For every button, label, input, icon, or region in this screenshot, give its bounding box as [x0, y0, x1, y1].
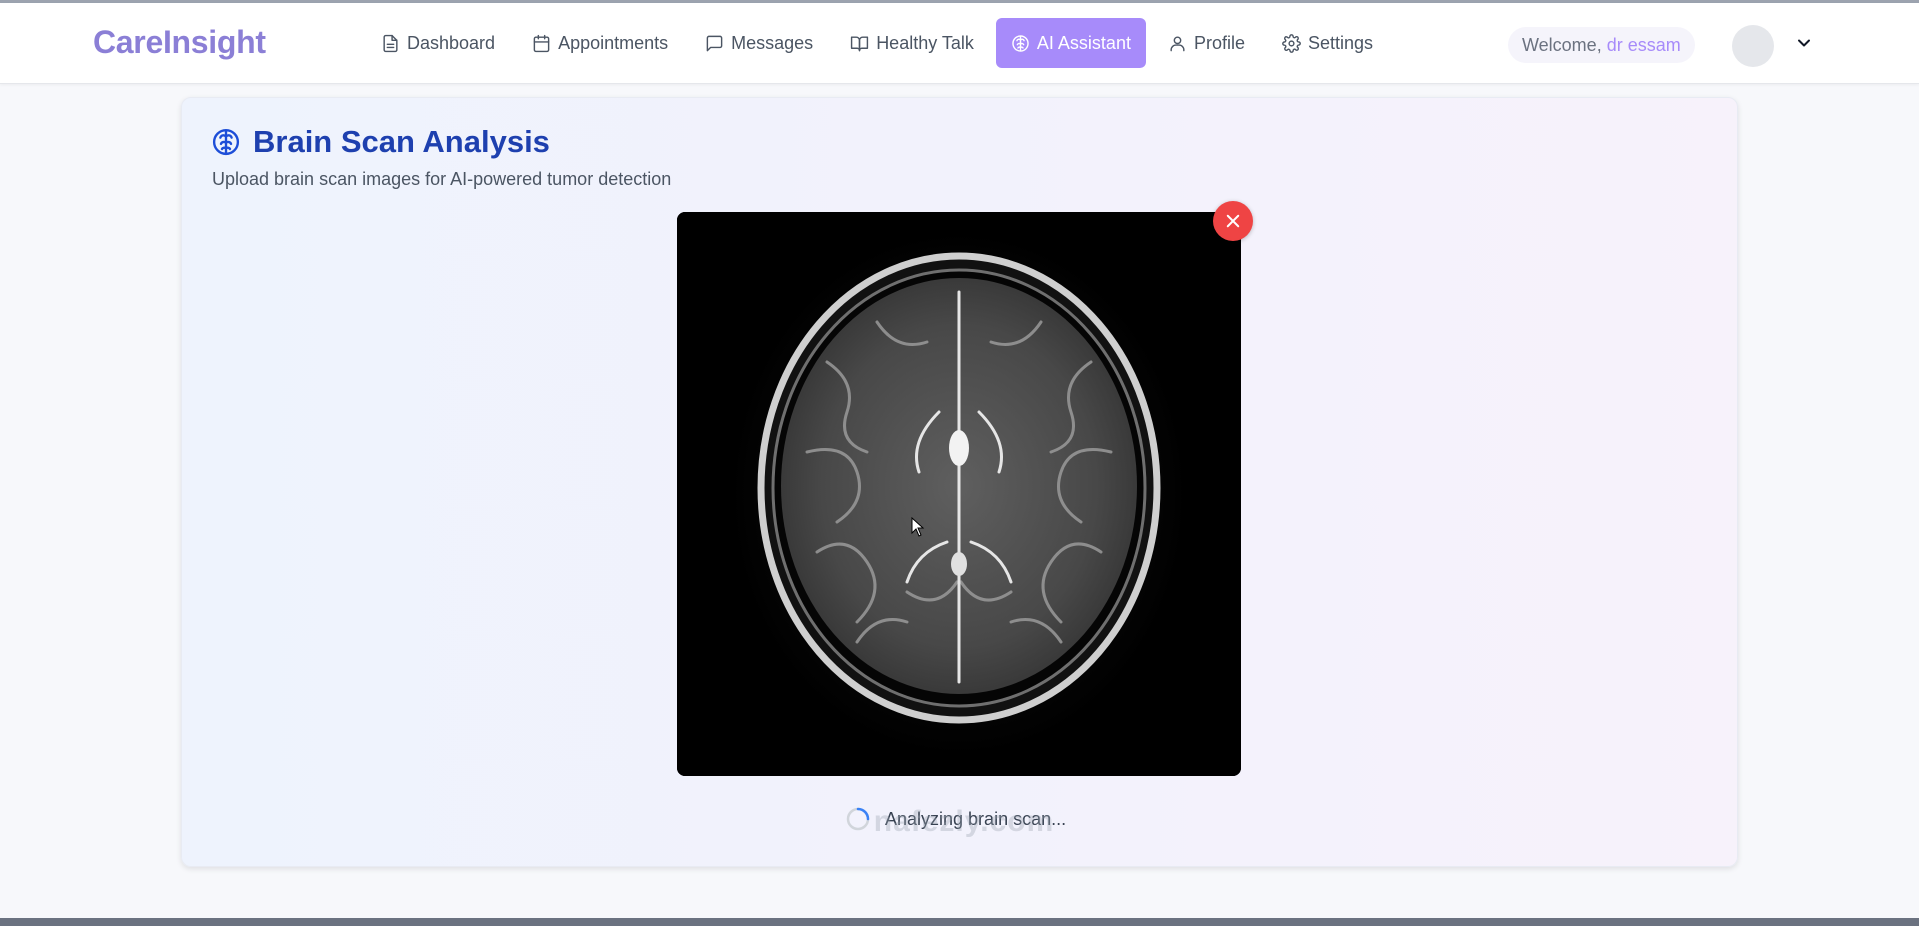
- nav-profile[interactable]: Profile: [1153, 18, 1260, 68]
- user-icon: [1170, 35, 1185, 51]
- nav-appointments[interactable]: Appointments: [517, 18, 683, 68]
- chevron-down-icon: [1798, 39, 1810, 47]
- avatar[interactable]: [1732, 25, 1774, 67]
- message-square-icon: [706, 35, 723, 51]
- card-subtitle: Upload brain scan images for AI-powered …: [212, 169, 672, 189]
- mri-scan-graphic: [677, 212, 1241, 776]
- nav-messages[interactable]: Messages: [690, 18, 828, 68]
- card-header: Brain Scan Analysis: [211, 124, 550, 160]
- user-name: dr essam: [1606, 34, 1681, 55]
- card-title: Brain Scan Analysis: [253, 124, 550, 159]
- user-menu-toggle[interactable]: [1794, 33, 1814, 53]
- welcome-prefix: Welcome,: [1522, 34, 1602, 55]
- nav-dashboard-label: Dashboard: [407, 32, 496, 53]
- nav-healthy-talk-label: Healthy Talk: [876, 32, 974, 53]
- mouse-cursor-icon: [911, 517, 925, 537]
- welcome-badge: Welcome, dr essam: [1508, 27, 1695, 63]
- file-text-icon: [383, 34, 398, 52]
- brand-logo[interactable]: CareInsight: [93, 24, 266, 61]
- nav-appointments-label: Appointments: [558, 32, 669, 53]
- book-open-icon: [851, 35, 869, 51]
- brain-scan-card: Brain Scan Analysis Upload brain scan im…: [181, 97, 1738, 867]
- nav-profile-label: Profile: [1193, 32, 1245, 53]
- nav-ai-assistant-label: AI Assistant: [1036, 32, 1131, 53]
- brain-icon: [212, 128, 240, 156]
- nav-settings-label: Settings: [1307, 32, 1374, 53]
- top-navbar: CareInsight Dashboard Appointments Messa…: [0, 3, 1919, 84]
- gear-icon: [1282, 33, 1301, 53]
- nav-messages-label: Messages: [731, 32, 814, 53]
- nav-ai-assistant[interactable]: AI Assistant: [995, 18, 1146, 68]
- brain-icon: [1012, 34, 1029, 52]
- window-bottom-border: [0, 918, 1919, 926]
- nav-healthy-talk[interactable]: Healthy Talk: [835, 18, 989, 68]
- calendar-icon: [533, 34, 550, 52]
- main-nav: Dashboard Appointments Messages Healthy …: [366, 17, 1395, 69]
- watermark: nafezly.com: [873, 805, 1055, 838]
- remove-image-button[interactable]: [1213, 201, 1253, 241]
- nav-dashboard[interactable]: Dashboard: [366, 18, 510, 68]
- close-icon: [1226, 214, 1240, 228]
- brain-scan-image: [677, 212, 1241, 776]
- nav-settings[interactable]: Settings: [1267, 18, 1388, 68]
